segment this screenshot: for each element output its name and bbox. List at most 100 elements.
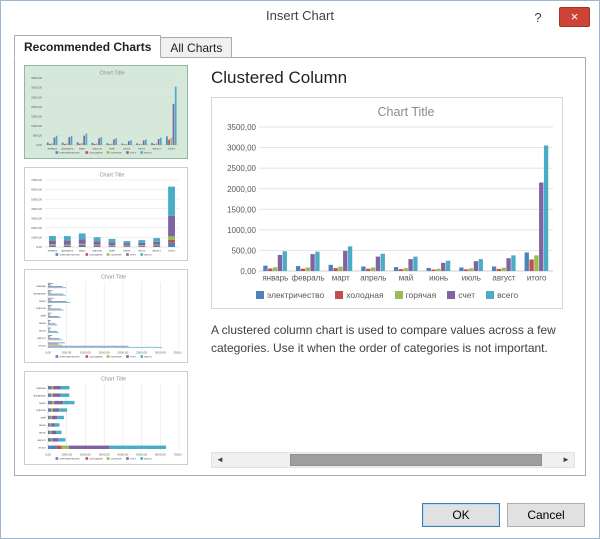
horizontal-scrollbar: ◄ ► [211,452,575,468]
chart-type-heading: Clustered Column [211,68,575,88]
svg-text:1000,00: 1000,00 [227,226,256,235]
chart-description: A clustered column chart is used to comp… [211,321,569,357]
chart-legend: электричествохолоднаягорячаясчетвсего [212,285,562,305]
tab-recommended-charts[interactable]: Recommended Charts [14,35,161,58]
svg-text:январь: январь [36,284,46,288]
legend-item: горячая [395,290,437,300]
svg-text:3000,00: 3000,00 [155,351,166,355]
scroll-right-arrow[interactable]: ► [558,453,574,467]
svg-text:1000,00: 1000,00 [31,236,42,240]
svg-text:июнь: июнь [39,423,47,427]
svg-text:Chart Title: Chart Title [99,71,124,77]
tab-all-charts[interactable]: All Charts [161,37,232,58]
svg-text:Chart Title: Chart Title [101,377,126,383]
svg-text:горячая: горячая [111,355,122,359]
svg-text:0,00: 0,00 [45,351,51,355]
cancel-button[interactable]: Cancel [507,503,585,527]
svg-text:июль: июль [462,274,481,283]
svg-text:счет: счет [130,253,137,257]
svg-text:январь: январь [262,274,288,283]
legend-item: электричество [256,290,324,300]
svg-text:0,00: 0,00 [36,143,42,147]
svg-text:итого: итого [168,249,176,253]
scrollbar-thumb[interactable] [290,454,542,466]
dialog-title: Insert Chart [1,1,599,31]
svg-text:март: март [79,249,86,253]
svg-text:февраль: февраль [291,274,324,283]
svg-text:апрель: апрель [36,306,46,310]
svg-text:август: август [152,249,161,253]
svg-text:3000,00: 3000,00 [227,144,256,153]
svg-text:2000,00: 2000,00 [227,185,256,194]
svg-text:3500,00: 3500,00 [227,123,256,132]
svg-text:январь: январь [48,147,58,151]
legend-swatch-icon [335,291,343,299]
svg-text:апрель: апрель [360,274,386,283]
scroll-left-arrow[interactable]: ◄ [212,453,228,467]
chart-detail-panel: Clustered Column Chart Title0,00500,0010… [211,68,575,471]
svg-text:февраль: февраль [34,393,47,397]
chart-thumbnail-clustered-column[interactable]: Chart Title0,00500,001000,001500,002000,… [24,65,188,159]
svg-text:7000,00: 7000,00 [31,178,42,182]
close-button[interactable]: × [559,7,590,27]
svg-text:счет: счет [130,355,137,359]
svg-text:май: май [399,274,413,283]
svg-text:май: май [41,314,47,318]
tab-bar: Recommended Charts All Charts [14,35,232,58]
svg-text:март: март [39,299,46,303]
preview-chart-svg: Chart Title0,00500,001000,001500,002000,… [213,101,561,285]
svg-text:холодная: холодная [89,355,103,359]
svg-text:горячая: горячая [111,253,122,257]
svg-text:0,00: 0,00 [45,453,51,457]
svg-text:7000,00: 7000,00 [174,453,182,457]
svg-text:итого: итого [168,147,176,151]
svg-text:август: август [37,438,46,442]
svg-text:август: август [37,336,46,340]
svg-text:май: май [41,416,47,420]
svg-text:Chart Title: Chart Title [99,173,124,179]
svg-text:Chart Title: Chart Title [101,275,126,281]
svg-text:1500,00: 1500,00 [31,114,42,118]
legend-swatch-icon [447,291,455,299]
svg-text:1000,00: 1000,00 [31,124,42,128]
help-button[interactable]: ? [525,8,551,27]
svg-text:февраль: февраль [34,291,47,295]
dialog-footer: OK Cancel [422,503,585,527]
svg-text:электричество: электричество [59,355,80,359]
legend-swatch-icon [486,291,494,299]
svg-text:1500,00: 1500,00 [227,205,256,214]
svg-text:апрель: апрель [36,408,46,412]
svg-text:2500,00: 2500,00 [31,95,42,99]
scrollbar-track[interactable] [228,453,558,467]
svg-text:0,00: 0,00 [240,267,256,276]
svg-text:3500,00: 3500,00 [174,351,182,355]
tab-content: Chart Title0,00500,001000,001500,002000,… [14,57,586,476]
svg-text:июль: июль [39,329,47,333]
svg-text:счет: счет [130,151,137,155]
svg-text:июнь: июнь [429,274,448,283]
svg-text:холодная: холодная [89,457,103,461]
help-icon: ? [534,10,541,25]
mini-chart-svg: Chart Title0,00500,001000,001500,002000,… [30,272,182,360]
svg-text:итого: итого [39,343,47,347]
chart-thumbnail-stacked-bar[interactable]: Chart Title0,001000,002000,003000,004000… [24,371,188,465]
legend-item: всего [486,290,518,300]
ok-button[interactable]: OK [422,503,500,527]
svg-text:итого: итого [39,445,47,449]
svg-text:январь: январь [48,249,58,253]
svg-text:август: август [492,274,516,283]
mini-chart-svg: Chart Title0,001000,002000,003000,004000… [30,374,182,462]
svg-text:июль: июль [39,431,47,435]
chart-thumbnail-stacked-column[interactable]: Chart Title0,001000,002000,003000,004000… [24,167,188,261]
svg-text:горячая: горячая [111,151,122,155]
chart-thumbnail-clustered-bar[interactable]: Chart Title0,00500,001000,001500,002000,… [24,269,188,363]
legend-swatch-icon [395,291,403,299]
svg-text:2000,00: 2000,00 [31,226,42,230]
legend-item: счет [447,290,475,300]
svg-text:электричество: электричество [59,457,80,461]
svg-text:2000,00: 2000,00 [31,105,42,109]
svg-text:холодная: холодная [89,253,103,257]
svg-text:всего: всего [144,355,152,359]
svg-text:июнь: июнь [39,321,47,325]
close-icon: × [571,9,579,24]
